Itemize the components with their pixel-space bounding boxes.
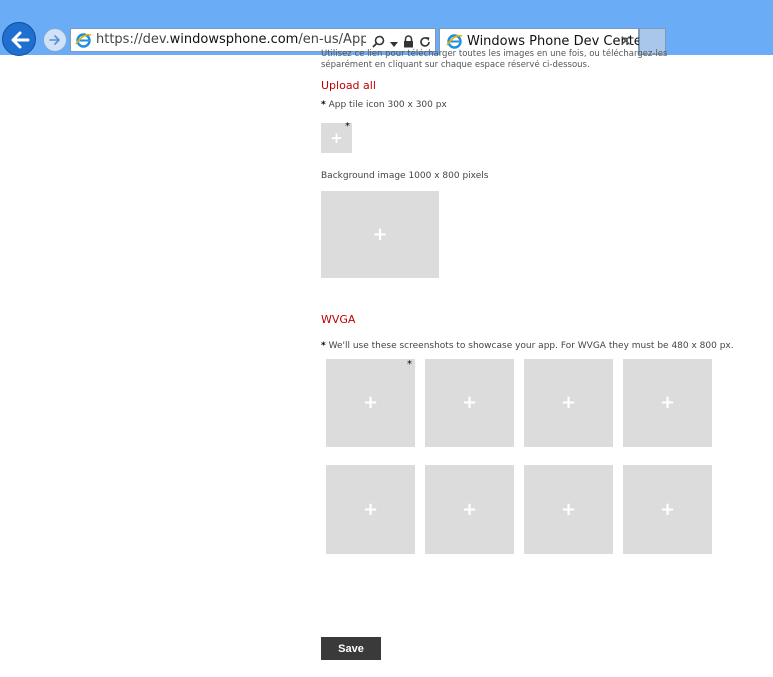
address-url: https://dev.windowsphone.com/en-us/AppSu…: [96, 32, 366, 47]
screenshots-label: * We'll use these screenshots to showcas…: [321, 341, 734, 351]
plus-icon: +: [461, 498, 478, 520]
ie-logo-icon: [446, 34, 463, 49]
screenshot-slot-3[interactable]: +: [524, 359, 613, 447]
screenshot-slot-7[interactable]: +: [524, 465, 613, 554]
screenshot-slot-8[interactable]: +: [623, 465, 712, 554]
plus-icon: +: [330, 129, 343, 147]
intro-text: Utilisez ce lien pour télécharger toutes…: [321, 49, 668, 70]
required-star: *: [321, 341, 326, 351]
plus-icon: +: [560, 498, 577, 520]
plus-icon: +: [461, 392, 478, 413]
close-icon[interactable]: ✕: [619, 32, 632, 50]
screenshot-slot-5[interactable]: +: [326, 465, 415, 554]
screenshot-slot-4[interactable]: +: [623, 359, 712, 447]
plus-icon: +: [362, 498, 379, 520]
plus-icon: +: [362, 392, 379, 413]
save-button[interactable]: Save: [321, 637, 381, 660]
screenshot-slot-6[interactable]: +: [425, 465, 514, 554]
required-star: *: [321, 100, 326, 110]
plus-icon: +: [372, 223, 388, 245]
plus-icon: +: [659, 498, 676, 520]
forward-button[interactable]: [43, 28, 67, 52]
plus-icon: +: [560, 392, 577, 413]
screenshot-slot-1[interactable]: * +: [326, 359, 415, 447]
browser-chrome: https://dev.windowsphone.com/en-us/AppSu…: [0, 0, 773, 56]
background-label: Background image 1000 x 800 pixels: [321, 171, 489, 181]
back-arrow-icon: [11, 31, 30, 49]
screenshot-slot-2[interactable]: +: [425, 359, 514, 447]
ie-logo-icon: [75, 33, 92, 48]
back-button[interactable]: [2, 22, 36, 56]
plus-icon: +: [659, 392, 676, 413]
background-upload-slot[interactable]: +: [321, 191, 439, 278]
wvga-heading: WVGA: [321, 313, 356, 326]
app-tile-upload-slot[interactable]: * +: [321, 121, 352, 153]
app-tile-label: * App tile icon 300 x 300 px: [321, 100, 447, 110]
upload-all-link[interactable]: Upload all: [321, 79, 376, 92]
required-star: *: [407, 359, 412, 370]
forward-arrow-icon: [49, 35, 60, 45]
